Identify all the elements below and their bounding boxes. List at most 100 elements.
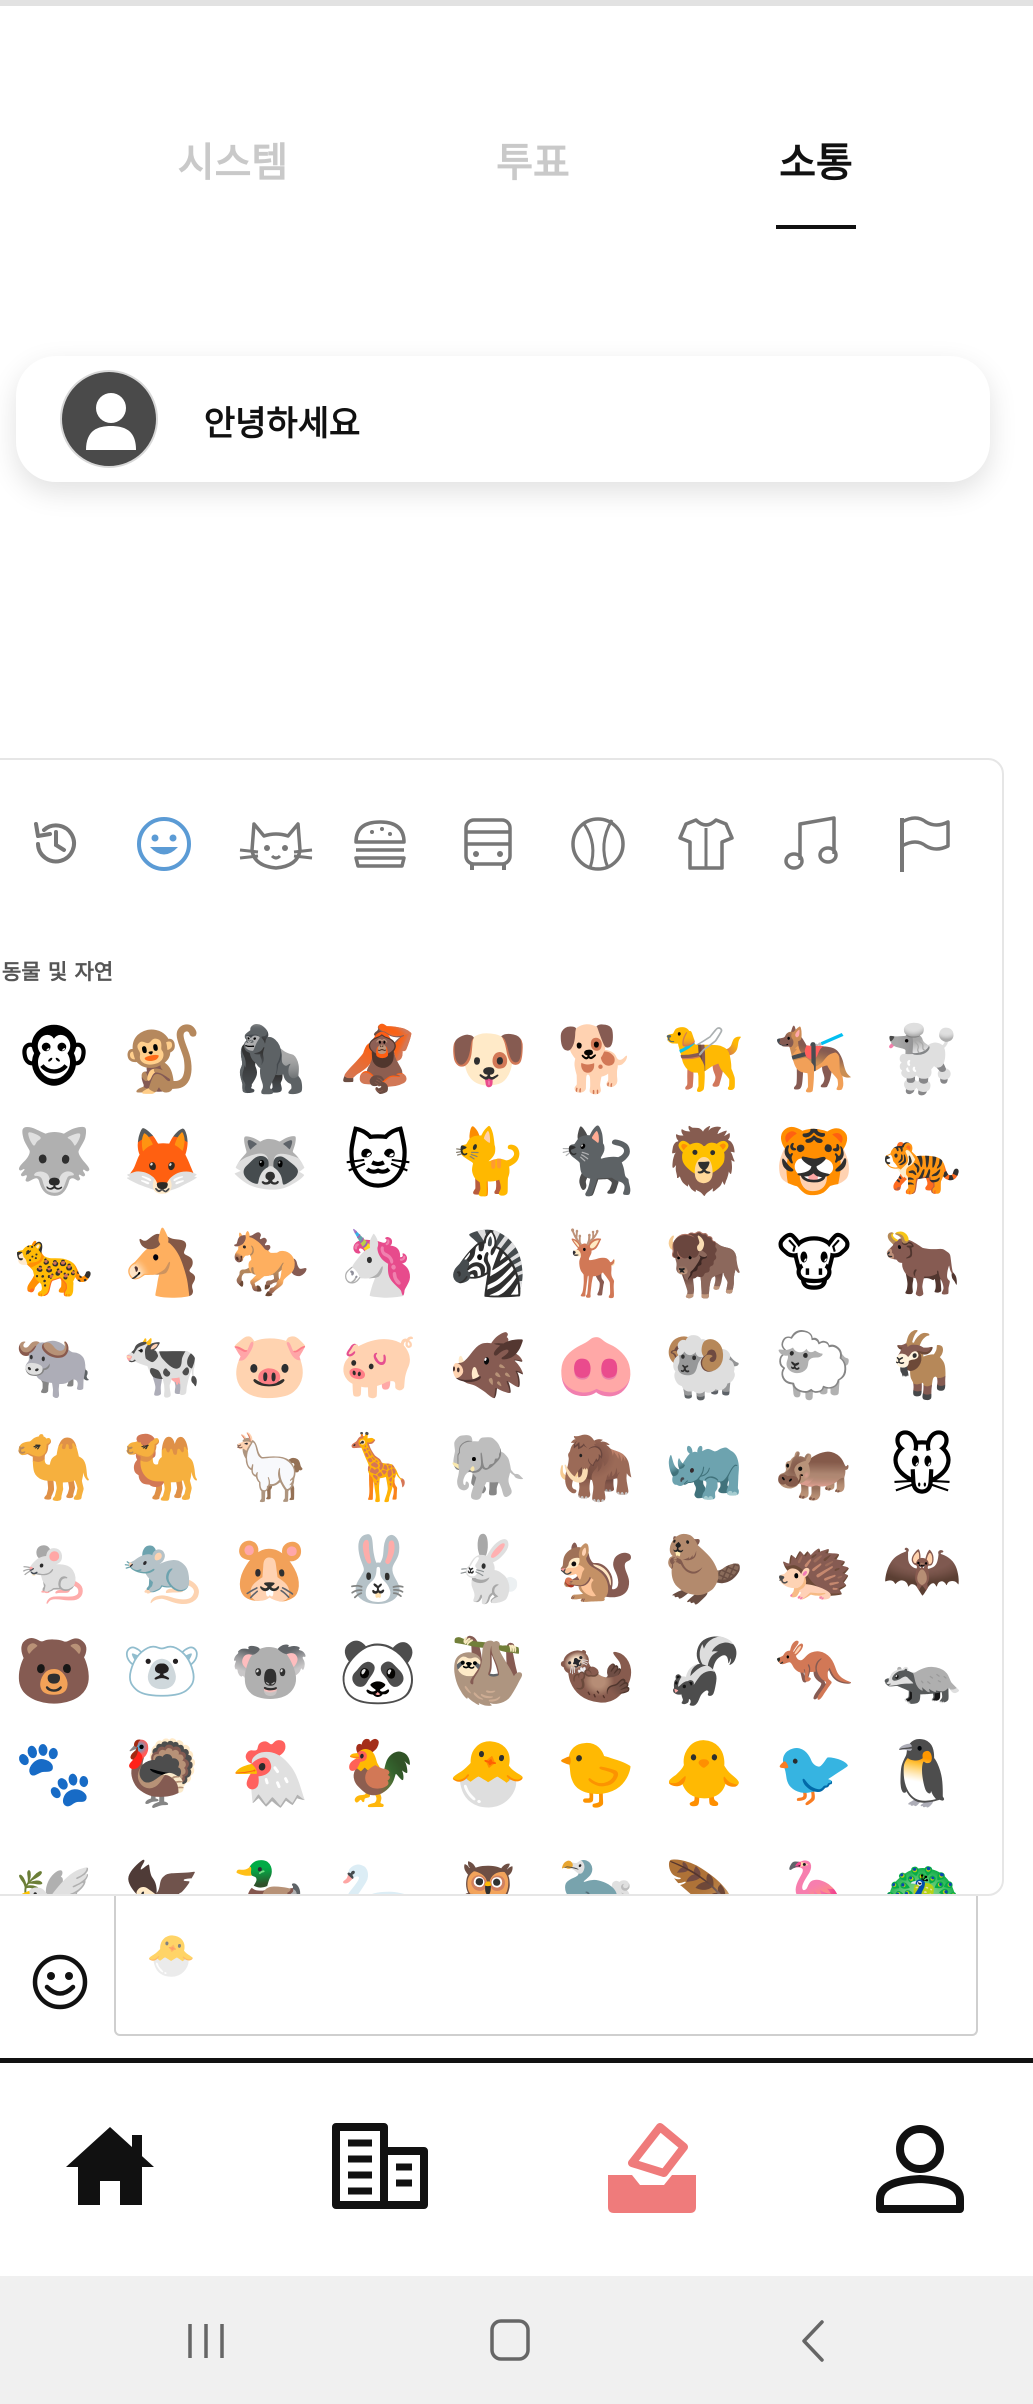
emoji-key[interactable]: 🦁 xyxy=(664,1122,744,1202)
symbols-icon[interactable] xyxy=(782,814,842,874)
message-input[interactable]: 🐣 xyxy=(114,1896,978,2036)
emoji-key[interactable]: 🦣 xyxy=(556,1428,636,1508)
emoji-key[interactable]: 🦃 xyxy=(122,1734,202,1814)
emoji-key[interactable]: 🐪 xyxy=(14,1428,94,1508)
emoji-key[interactable]: 🦔 xyxy=(774,1530,854,1610)
emoji-key[interactable]: 🦢 xyxy=(338,1856,418,1894)
emoji-key[interactable]: 🦨 xyxy=(664,1632,744,1712)
emoji-key[interactable]: 🕊️ xyxy=(14,1856,94,1894)
emoji-key[interactable]: 🐻 xyxy=(14,1632,94,1712)
message-card[interactable]: 안녕하세요 xyxy=(16,356,990,482)
emoji-key[interactable]: 🦥 xyxy=(448,1632,528,1712)
emoji-key[interactable]: 🦇 xyxy=(882,1530,962,1610)
emoji-key[interactable]: 🦤 xyxy=(556,1856,636,1894)
emoji-key[interactable]: 🦒 xyxy=(338,1428,418,1508)
ballot-box-icon[interactable] xyxy=(592,2113,712,2223)
emoji-key[interactable]: 🐷 xyxy=(230,1326,310,1406)
emoji-key[interactable]: 🐤 xyxy=(556,1734,636,1814)
back-icon[interactable] xyxy=(784,2316,844,2366)
emoji-key[interactable]: 🐄 xyxy=(122,1326,202,1406)
emoji-key[interactable]: 🐾 xyxy=(14,1734,94,1814)
emoji-key[interactable]: 🐕‍🦺 xyxy=(774,1020,854,1100)
emoji-key[interactable]: 🐯 xyxy=(774,1122,854,1202)
tab-vote[interactable]: 투표 xyxy=(488,130,578,188)
emoji-key[interactable]: 🐓 xyxy=(338,1734,418,1814)
emoji-key[interactable]: 🐈 xyxy=(448,1122,528,1202)
smileys-icon[interactable] xyxy=(134,814,194,874)
emoji-key[interactable]: 🐻‍❄️ xyxy=(122,1632,202,1712)
emoji-key[interactable]: 🐅 xyxy=(882,1122,962,1202)
emoji-key[interactable]: 🐭 xyxy=(882,1428,962,1508)
emoji-key[interactable]: 🐂 xyxy=(882,1224,962,1304)
emoji-key[interactable]: 🐣 xyxy=(448,1734,528,1814)
emoji-key[interactable]: 🐽 xyxy=(556,1326,636,1406)
emoji-key[interactable]: 🦍 xyxy=(230,1020,310,1100)
emoji-key[interactable]: 🐧 xyxy=(882,1734,962,1814)
emoji-key[interactable]: 🐎 xyxy=(230,1224,310,1304)
home-button-icon[interactable] xyxy=(480,2316,540,2366)
person-icon[interactable] xyxy=(860,2113,980,2223)
activity-icon[interactable] xyxy=(568,814,628,874)
travel-icon[interactable] xyxy=(458,814,518,874)
emoji-key[interactable]: 🐵 xyxy=(14,1020,94,1100)
emoji-key[interactable]: 🐼 xyxy=(338,1632,418,1712)
objects-icon[interactable] xyxy=(676,814,736,874)
emoji-key[interactable]: 🐿️ xyxy=(556,1530,636,1610)
emoji-key[interactable]: 🦆 xyxy=(230,1856,310,1894)
emoji-key[interactable]: 🦄 xyxy=(338,1224,418,1304)
emoji-key[interactable]: 🦝 xyxy=(230,1122,310,1202)
emoji-key[interactable]: 🦩 xyxy=(774,1856,854,1894)
emoji-key[interactable]: 🐒 xyxy=(122,1020,202,1100)
emoji-key[interactable]: 🐹 xyxy=(230,1530,310,1610)
building-icon[interactable] xyxy=(320,2113,440,2223)
emoji-key[interactable]: 🦬 xyxy=(664,1224,744,1304)
emoji-key[interactable]: 🦡 xyxy=(882,1632,962,1712)
emoji-key[interactable]: 🪶 xyxy=(664,1856,744,1894)
emoji-key[interactable]: 🦏 xyxy=(664,1428,744,1508)
emoji-key[interactable]: 🦧 xyxy=(338,1020,418,1100)
emoji-key[interactable]: 🦅 xyxy=(122,1856,202,1894)
emoji-key[interactable]: 🐗 xyxy=(448,1326,528,1406)
emoji-key[interactable]: 🦮 xyxy=(664,1020,744,1100)
recent-icon[interactable] xyxy=(26,814,86,874)
emoji-key[interactable]: 🐮 xyxy=(774,1224,854,1304)
flags-icon[interactable] xyxy=(894,814,954,874)
recents-icon[interactable] xyxy=(176,2316,236,2366)
emoji-key[interactable]: 🦦 xyxy=(556,1632,636,1712)
emoji-key[interactable]: 🐰 xyxy=(338,1530,418,1610)
emoji-key[interactable]: 🐕 xyxy=(556,1020,636,1100)
emoji-key[interactable]: 🦓 xyxy=(448,1224,528,1304)
emoji-key[interactable]: 🐘 xyxy=(448,1428,528,1508)
emoji-key[interactable]: 🦛 xyxy=(774,1428,854,1508)
emoji-key[interactable]: 🐩 xyxy=(882,1020,962,1100)
emoji-key[interactable]: 🐑 xyxy=(774,1326,854,1406)
emoji-key[interactable]: 🐴 xyxy=(122,1224,202,1304)
emoji-key[interactable]: 🐀 xyxy=(122,1530,202,1610)
emoji-key[interactable]: 🦙 xyxy=(230,1428,310,1508)
emoji-key[interactable]: 🐫 xyxy=(122,1428,202,1508)
emoji-key[interactable]: 🐺 xyxy=(14,1122,94,1202)
tab-communication[interactable]: 소통 xyxy=(771,130,861,188)
emoji-key[interactable]: 🐖 xyxy=(338,1326,418,1406)
emoji-key[interactable]: 🐱 xyxy=(338,1122,418,1202)
emoji-key[interactable]: 🦘 xyxy=(774,1632,854,1712)
tab-system[interactable]: 시스템 xyxy=(168,130,298,188)
emoji-key[interactable]: 🐥 xyxy=(664,1734,744,1814)
home-icon[interactable] xyxy=(50,2113,170,2223)
emoji-key[interactable]: 🐶 xyxy=(448,1020,528,1100)
food-icon[interactable] xyxy=(350,814,410,874)
emoji-key[interactable]: 🐇 xyxy=(448,1530,528,1610)
emoji-key[interactable]: 🐃 xyxy=(14,1326,94,1406)
emoji-key[interactable]: 🐁 xyxy=(14,1530,94,1610)
emoji-key[interactable]: 🐐 xyxy=(882,1326,962,1406)
emoji-key[interactable]: 🐈‍⬛ xyxy=(556,1122,636,1202)
emoji-key[interactable]: 🦊 xyxy=(122,1122,202,1202)
emoji-key[interactable]: 🐨 xyxy=(230,1632,310,1712)
emoji-key[interactable]: 🐔 xyxy=(230,1734,310,1814)
emoji-key[interactable]: 🐏 xyxy=(664,1326,744,1406)
emoji-key[interactable]: 🦫 xyxy=(664,1530,744,1610)
emoji-key[interactable]: 🦉 xyxy=(448,1856,528,1894)
emoji-key[interactable]: 🐦 xyxy=(774,1734,854,1814)
emoji-key[interactable]: 🐆 xyxy=(14,1224,94,1304)
animals-icon[interactable] xyxy=(238,814,314,874)
